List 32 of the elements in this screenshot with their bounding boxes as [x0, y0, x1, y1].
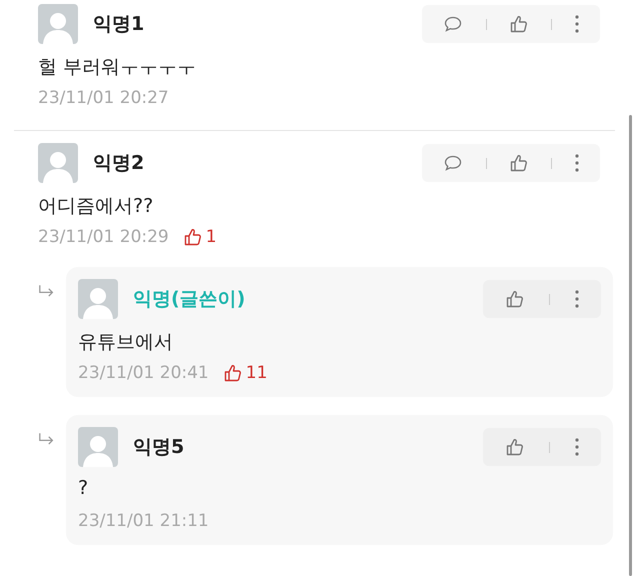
avatar-icon — [38, 143, 78, 183]
comment-text: ? — [78, 477, 90, 501]
like-count: 1 — [206, 227, 217, 247]
more-icon — [574, 289, 579, 309]
like-count: 11 — [246, 363, 268, 383]
thumbs-up-icon — [508, 14, 529, 34]
thumbs-up-icon — [508, 153, 529, 173]
thumbs-up-icon — [182, 227, 203, 247]
more-icon — [574, 14, 579, 34]
reply-arrow-icon — [38, 284, 56, 299]
author-name: 익명1 — [93, 12, 146, 37]
timestamp: 23/11/01 20:29 — [38, 227, 169, 247]
author-name: 익명5 — [133, 435, 186, 460]
comment-text: 헐 부러워ㅜㅜㅜㅜ — [38, 55, 198, 80]
reply-arrow-icon — [38, 432, 56, 447]
avatar-icon — [38, 4, 78, 44]
thumbs-up-icon — [505, 437, 526, 457]
author-name: 익명2 — [93, 151, 146, 176]
more-icon — [574, 437, 579, 457]
timestamp: 23/11/01 21:11 — [78, 511, 209, 531]
timestamp: 23/11/01 20:41 — [78, 363, 209, 383]
author-name: 익명(글쓴이) — [133, 287, 246, 312]
speech-bubble-icon — [443, 153, 464, 173]
comment-text: 유튜브에서 — [78, 330, 174, 355]
avatar-icon — [78, 279, 118, 319]
comment-text: 어디즘에서?? — [38, 194, 154, 219]
speech-bubble-icon — [443, 14, 464, 34]
timestamp: 23/11/01 20:27 — [38, 88, 169, 108]
thumbs-up-icon — [505, 289, 526, 309]
avatar-icon — [78, 427, 118, 467]
more-icon — [574, 153, 579, 173]
thumbs-up-icon — [222, 363, 243, 383]
